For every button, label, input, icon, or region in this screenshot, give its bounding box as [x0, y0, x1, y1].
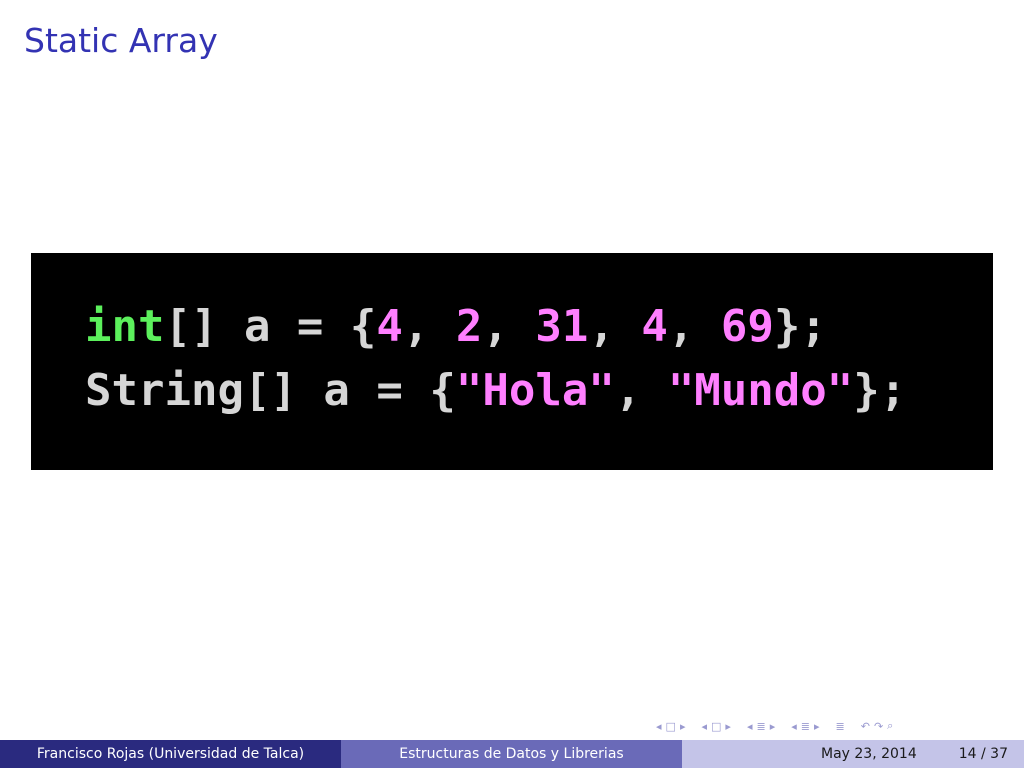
- subsection-frame-icon[interactable]: □: [711, 720, 721, 733]
- code-number: 4: [376, 301, 403, 352]
- nav-right-arrow-icon[interactable]: ▸: [770, 720, 776, 733]
- footer-author: Francisco Rojas (Universidad de Talca): [0, 740, 341, 768]
- code-image: int[] a = {4, 2, 31, 4, 69}; String[] a …: [31, 253, 993, 470]
- slide: Static Array int[] a = {4, 2, 31, 4, 69}…: [0, 0, 1024, 768]
- code-separator: ,: [588, 301, 642, 352]
- code-separator: ,: [667, 301, 721, 352]
- code-terminator: };: [773, 301, 827, 352]
- code-number: 69: [720, 301, 774, 352]
- nav-left-arrow-icon[interactable]: ◂: [701, 720, 707, 733]
- nav-right-arrow-icon[interactable]: ▸: [680, 720, 686, 733]
- page-number: 14 / 37: [958, 746, 1008, 762]
- footer-date: May 23, 2014: [821, 746, 917, 762]
- nav-right-arrow-icon[interactable]: ▸: [814, 720, 820, 733]
- footer-date-page: May 23, 2014 14 / 37: [682, 740, 1024, 768]
- nav-left-arrow-icon[interactable]: ◂: [656, 720, 662, 733]
- code-number: 2: [455, 301, 483, 352]
- back-icon[interactable]: ↶: [861, 720, 870, 733]
- frame-icon[interactable]: □: [666, 720, 676, 733]
- nav-left-arrow-icon[interactable]: ◂: [747, 720, 753, 733]
- code-declaration: String[] a = {: [85, 365, 456, 416]
- code-line-string-array: String[] a = {"Hola", "Mundo"};: [85, 369, 906, 413]
- slide-title: Static Array: [24, 21, 218, 60]
- code-keyword-int: int: [85, 301, 165, 352]
- code-string: "Mundo": [667, 365, 854, 416]
- subsection-icon[interactable]: ≣: [756, 720, 765, 733]
- code-separator: ,: [614, 365, 668, 416]
- code-line-int-array: int[] a = {4, 2, 31, 4, 69};: [85, 305, 827, 349]
- navigation-symbols: ◂ □ ▸ ◂ □ ▸ ◂ ≣ ▸ ◂ ≣ ▸ ≣ ↶ ↷ ⌕: [656, 718, 893, 734]
- code-declaration: [] a = {: [164, 301, 377, 352]
- nav-left-arrow-icon[interactable]: ◂: [791, 720, 797, 733]
- document-icon[interactable]: ≣: [836, 720, 845, 733]
- code-separator: ,: [402, 301, 456, 352]
- code-number: 31: [535, 301, 589, 352]
- section-icon[interactable]: ≣: [801, 720, 810, 733]
- footer-talk-title: Estructuras de Datos y Librerias: [341, 740, 682, 768]
- code-number: 4: [641, 301, 668, 352]
- footer: Francisco Rojas (Universidad de Talca) E…: [0, 740, 1024, 768]
- code-terminator: };: [853, 365, 907, 416]
- code-separator: ,: [482, 301, 536, 352]
- nav-right-arrow-icon[interactable]: ▸: [725, 720, 731, 733]
- forward-icon[interactable]: ↷: [874, 720, 883, 733]
- search-icon[interactable]: ⌕: [887, 719, 893, 733]
- code-string: "Hola": [455, 365, 615, 416]
